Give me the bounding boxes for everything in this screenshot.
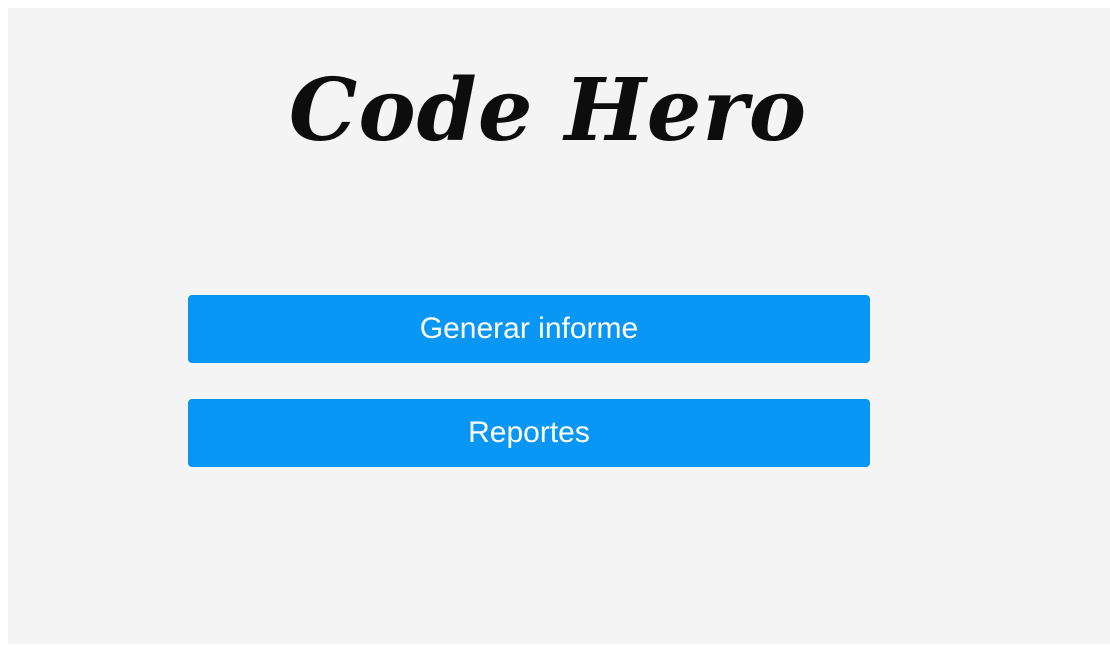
app-title-logo: Code Hero: [288, 60, 808, 161]
generate-report-button[interactable]: Generar informe: [188, 295, 870, 363]
reports-button[interactable]: Reportes: [188, 399, 870, 467]
main-panel: Code Hero Generar informe Reportes: [8, 8, 1110, 644]
